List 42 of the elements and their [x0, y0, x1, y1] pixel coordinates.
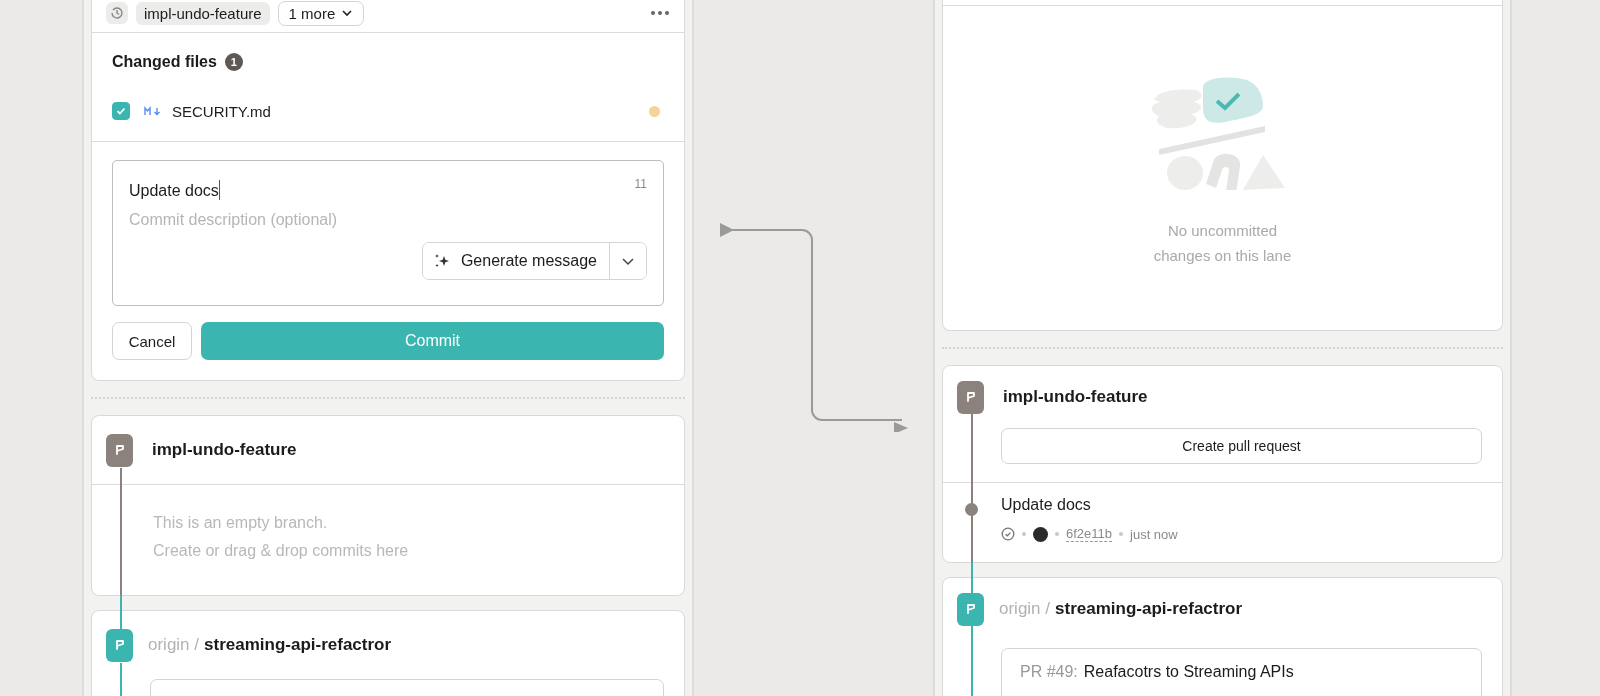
- empty-state-message: No uncommitted changes on this lane: [1152, 221, 1293, 266]
- file-name: SECURITY.md: [172, 102, 272, 120]
- file-row[interactable]: SECURITY.md: [112, 75, 664, 141]
- more-options-icon: [650, 10, 670, 16]
- create-pull-request-button[interactable]: Create pull request: [1001, 428, 1482, 464]
- branch-chip: impl-undo-feature: [136, 1, 270, 25]
- changed-files-title: Changed files: [112, 53, 217, 71]
- file-checkbox[interactable]: [112, 102, 130, 120]
- commit-title[interactable]: Update docs: [1001, 496, 1482, 514]
- avatar: [1033, 526, 1048, 542]
- pr-number: PR #49:: [1020, 663, 1078, 680]
- pr-title: Reafacotrs to Streaming APIs: [1083, 663, 1294, 680]
- check-icon: [115, 105, 127, 117]
- check-circle-icon: [1001, 527, 1015, 541]
- file-count-badge: 1: [224, 53, 243, 71]
- empty-branch-text: Create or drag & drop commits here: [153, 541, 410, 561]
- remote-name: origin /: [999, 599, 1051, 619]
- more-branches-button[interactable]: 1 more: [277, 0, 365, 26]
- branch-name: streaming-api-refactror: [204, 635, 392, 655]
- text-cursor: [218, 180, 220, 200]
- remote-name: origin /: [148, 635, 200, 655]
- branch-name: streaming-api-refactror: [1055, 599, 1243, 619]
- commit-hash-link[interactable]: 6f2e11b: [1066, 526, 1113, 542]
- branch-line: [971, 624, 973, 696]
- description-placeholder: Commit description (optional): [129, 211, 339, 229]
- separator-dot: [1119, 532, 1124, 536]
- branch-name: impl-undo-feature: [152, 440, 297, 460]
- commit-time: just now: [1130, 526, 1178, 542]
- empty-branch-text: This is an empty branch.: [153, 513, 329, 533]
- pull-request-card[interactable]: PR #49: Reafacotrs to Streaming APIs: [1001, 648, 1482, 696]
- separator-dot: [1022, 532, 1026, 536]
- branch-name: impl-undo-feature: [1003, 387, 1148, 407]
- commit-title-input[interactable]: Update docs: [129, 177, 219, 200]
- character-count: 11: [634, 177, 647, 191]
- generate-message-button[interactable]: Generate message: [422, 243, 610, 279]
- cancel-button[interactable]: Cancel: [112, 322, 192, 360]
- markdown-icon: [144, 106, 162, 116]
- commit-dot: [965, 503, 978, 516]
- commit-message-field[interactable]: Update docs 11 Commit description (optional) Generate message: [112, 160, 664, 306]
- separator-dot: [1055, 532, 1059, 536]
- history-icon: [106, 2, 128, 24]
- chevron-down-icon: [341, 7, 354, 19]
